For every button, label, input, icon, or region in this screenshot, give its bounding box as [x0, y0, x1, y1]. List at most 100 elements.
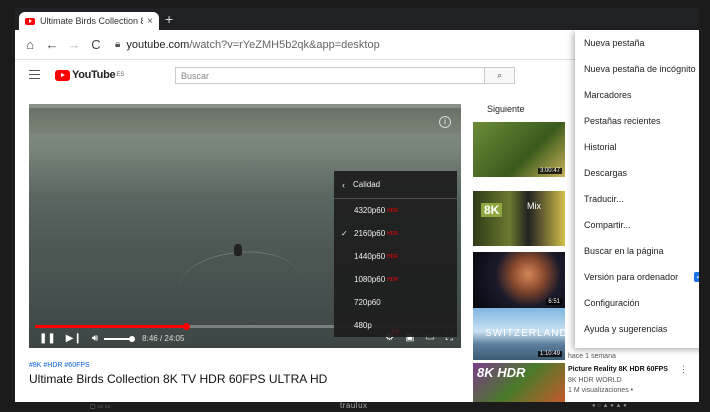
brand-logo: traulux: [340, 401, 368, 410]
chrome-menu-item-label: Ayuda y sugerencias: [584, 324, 668, 334]
quality-option-label: 4320p60: [354, 206, 386, 215]
search-input[interactable]: Buscar: [175, 67, 485, 84]
new-tab-button[interactable]: +: [165, 11, 173, 27]
chrome-menu-item[interactable]: Traducir...: [575, 186, 699, 212]
chrome-menu-item[interactable]: Versión para ordenador ✓: [575, 264, 699, 290]
channel-name[interactable]: 8K HDR WORLD: [568, 377, 622, 384]
thumbnail-2[interactable]: 8K Mix: [473, 191, 565, 246]
chrome-menu-item-label: Buscar en la página: [584, 246, 664, 256]
chrome-menu-item-label: Configuración: [584, 298, 640, 308]
tab-title: Ultimate Birds Collection 8K: [40, 16, 144, 26]
quality-option[interactable]: 720p60: [334, 291, 457, 314]
volume-icon[interactable]: 🔊︎: [92, 333, 98, 344]
thumbnail-5[interactable]: 8K HDR: [473, 363, 565, 402]
quality-menu-header[interactable]: ‹ Calidad: [334, 171, 457, 199]
hdr-badge: HDR: [387, 276, 398, 283]
chrome-menu-item[interactable]: Pestañas recientes: [575, 108, 699, 134]
thumbnail-1[interactable]: 3:00:47: [473, 122, 565, 177]
video-shoreline: [29, 108, 461, 134]
upload-age: hace 1 semana: [568, 353, 616, 360]
quality-option-label: 480p: [354, 321, 372, 330]
youtube-logo[interactable]: YouTube ES: [55, 69, 124, 81]
youtube-play-logo-icon: [55, 69, 70, 81]
duration-badge: 1:10:49: [537, 351, 562, 357]
search-button[interactable]: ⌕: [485, 67, 515, 84]
chrome-menu-item[interactable]: Configuración: [575, 290, 699, 316]
quality-option[interactable]: 1440p60 HDR: [334, 245, 457, 268]
info-icon[interactable]: i: [439, 116, 451, 128]
thumb-badge: 8K HDR: [477, 365, 526, 380]
thumbnail-4[interactable]: SWITZERLAND 1:10:49: [473, 308, 565, 360]
duration-badge: 6:51: [546, 299, 562, 305]
view-count: 1 M visualizaciones •: [568, 387, 634, 394]
video-bird: [234, 244, 242, 256]
quality-option-label: 1080p60: [354, 275, 386, 284]
hdr-badge: HDR: [387, 230, 398, 237]
youtube-region: ES: [116, 72, 125, 78]
thumbnail-3[interactable]: 6:51: [473, 252, 565, 308]
address-bar[interactable]: youtube.com/watch?v=rYeZMH5b2qk&app=desk…: [126, 39, 379, 51]
pause-icon[interactable]: ❚❚: [39, 333, 56, 344]
back-button[interactable]: ←: [41, 37, 63, 52]
quality-option[interactable]: 480p: [334, 314, 457, 337]
close-tab-icon[interactable]: ×: [147, 16, 153, 27]
chrome-menu-item-label: Versión para ordenador: [584, 272, 679, 282]
chrome-menu-item[interactable]: Nueva pestaña de incógnito: [575, 56, 699, 82]
reload-button[interactable]: C: [85, 37, 107, 52]
bezel-buttons-left: ▢ ▭ ▭: [90, 404, 111, 410]
tab-strip: Ultimate Birds Collection 8K × +: [15, 8, 699, 30]
chrome-menu-item[interactable]: Buscar en la página: [575, 238, 699, 264]
next-icon[interactable]: ▶❙: [66, 333, 82, 344]
youtube-logo-text: YouTube: [72, 69, 116, 81]
quality-options: 4320p60 HDR ✓ 2160p60 HDR 1440p60 HDR 1080p60 HD…: [334, 199, 457, 337]
volume-slider[interactable]: [104, 335, 136, 342]
chrome-menu-item-label: Marcadores: [584, 90, 632, 100]
forward-button[interactable]: →: [63, 37, 85, 52]
quality-menu: ‹ Calidad 4320p60 HDR ✓ 2160p60 HDR 1440p60 HD…: [334, 171, 457, 337]
chrome-menu-item-label: Nueva pestaña: [584, 38, 645, 48]
thumb-badge: 8K: [481, 203, 503, 217]
chrome-menu-item-label: Historial: [584, 142, 617, 152]
lock-icon: 🔒︎: [115, 39, 121, 50]
chrome-menu-item-label: Nueva pestaña de incógnito: [584, 64, 696, 74]
recommended-title[interactable]: Picture Reality 8K HDR 60FPS: [568, 366, 668, 373]
quality-option[interactable]: ✓ 2160p60 HDR: [334, 222, 457, 245]
bezel-buttons-right: ● ○ ▲ ● ▲ ●: [592, 403, 627, 409]
video-wake: [176, 245, 302, 319]
chrome-menu-item[interactable]: Descargas: [575, 160, 699, 186]
check-icon: ✓: [341, 229, 348, 238]
chrome-menu-item-label: Traducir...: [584, 194, 624, 204]
chrome-menu-item-label: Pestañas recientes: [584, 116, 661, 126]
url-host: youtube.com: [126, 38, 190, 51]
progress-fill: [35, 325, 187, 328]
youtube-favicon-icon: [25, 17, 35, 25]
checkbox-checked-icon[interactable]: ✓: [694, 272, 699, 282]
home-icon[interactable]: ⌂: [19, 37, 41, 52]
browser-tab[interactable]: Ultimate Birds Collection 8K ×: [19, 12, 159, 30]
thumb-text: SWITZERLAND: [485, 328, 565, 339]
url-path: /watch?v=rYeZMH5b2qk&app=desktop: [189, 38, 380, 51]
hdr-badge: HDR: [387, 207, 398, 214]
quality-menu-title: Calidad: [353, 180, 381, 189]
duration-badge: 3:00:47: [537, 168, 562, 174]
up-next-heading: Siguiente: [487, 104, 525, 114]
hdr-badge: HDR: [387, 253, 398, 260]
quality-option[interactable]: 1080p60 HDR: [334, 268, 457, 291]
chevron-left-icon: ‹: [342, 179, 345, 190]
quality-option-label: 2160p60: [354, 229, 386, 238]
quality-option[interactable]: 4320p60 HDR: [334, 199, 457, 222]
chrome-menu-item[interactable]: Compartir...: [575, 212, 699, 238]
chrome-menu-item[interactable]: Ayuda y sugerencias: [575, 316, 699, 342]
chrome-menu-item[interactable]: Nueva pestaña: [575, 30, 699, 56]
video-hashtags[interactable]: #8K #HDR #60FPS: [29, 362, 90, 369]
hamburger-menu-icon[interactable]: [29, 70, 40, 79]
chrome-menu-item-label: Descargas: [584, 168, 628, 178]
mix-label: Mix: [527, 201, 541, 211]
search-icon: ⌕: [496, 70, 503, 80]
chrome-menu-item[interactable]: Historial: [575, 134, 699, 160]
video-title: Ultimate Birds Collection 8K TV HDR 60FP…: [29, 372, 328, 386]
chrome-menu-item-label: Compartir...: [584, 220, 631, 230]
chrome-menu-item[interactable]: Marcadores: [575, 82, 699, 108]
more-options-icon[interactable]: ⋮: [679, 364, 688, 375]
quality-option-label: 720p60: [354, 298, 381, 307]
